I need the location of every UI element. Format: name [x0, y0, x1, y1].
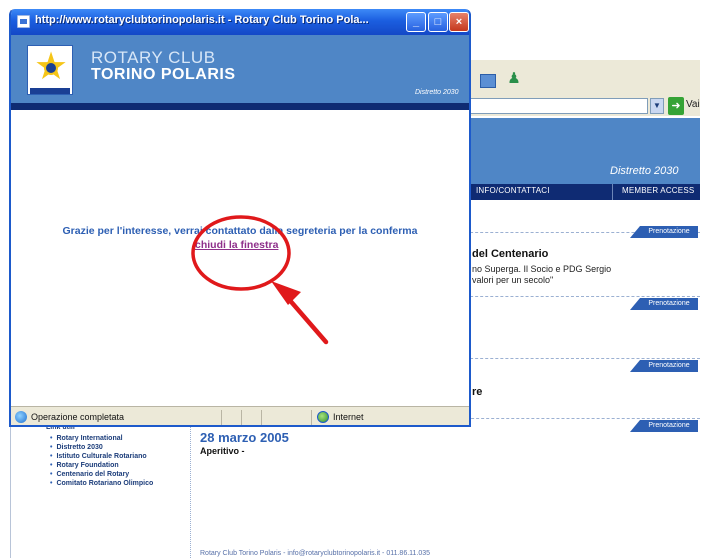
sidebar-link-rotary-international[interactable]: Rotary International: [50, 434, 153, 443]
background-distretto-label: Distretto 2030: [610, 165, 679, 177]
logo-caption-bar: [30, 88, 70, 94]
messenger-icon[interactable]: ♟: [505, 70, 523, 88]
status-separator: [221, 410, 222, 425]
banner-distretto: Distretto 2030: [415, 89, 459, 96]
status-separator: [261, 410, 262, 425]
news-divider: [460, 296, 700, 297]
sidebar-link-comitato-olimpico[interactable]: Comitato Rotariano Olimpico: [50, 479, 153, 488]
address-dropdown-icon[interactable]: ▼: [650, 98, 664, 114]
mail-icon[interactable]: [480, 74, 496, 88]
status-separator: [241, 410, 242, 425]
maximize-button[interactable]: □: [428, 12, 448, 32]
address-input[interactable]: [462, 98, 648, 114]
close-button[interactable]: ×: [449, 12, 469, 32]
go-arrow-icon[interactable]: ➜: [668, 97, 684, 115]
status-text: Operazione completata: [31, 412, 125, 422]
screenshot-stage: ♟ ▼ ➜ Vai Distretto 2030 INFO/CONTATTACI…: [0, 0, 707, 558]
nav-item-member-access[interactable]: MEMBER ACCESS: [622, 186, 694, 195]
security-zone-text: Internet: [333, 412, 364, 422]
news-title[interactable]: del Centenario: [472, 248, 548, 260]
minimize-button[interactable]: _: [406, 12, 426, 32]
nav-item-info-contattaci[interactable]: INFO/CONTATTACI: [476, 186, 550, 195]
confirmation-message: Grazie per l'interesse, verrai contattat…: [62, 225, 418, 237]
close-window-link[interactable]: chiudi la finestra: [195, 239, 278, 251]
event-title: Aperitivo -: [200, 446, 245, 456]
rotary-wheel-icon: [44, 61, 58, 75]
rotary-logo: ★: [27, 45, 73, 95]
background-toolbar: [460, 60, 700, 96]
sidebar-link-istituto-culturale[interactable]: Istituto Culturale Rotariano: [50, 452, 153, 461]
popup-statusbar: Operazione completata Internet: [11, 406, 469, 425]
rotary-banner: ★ ROTARY CLUB TORINO POLARIS Distretto 2…: [11, 35, 469, 103]
prenotazione-badge[interactable]: Prenotazione: [630, 298, 698, 310]
page-done-icon: [15, 411, 27, 423]
sidebar-link-centenario[interactable]: Centenario del Rotary: [50, 470, 153, 479]
nav-separator: [612, 184, 613, 200]
banner-stripe: [11, 103, 469, 110]
status-separator: [311, 410, 312, 425]
popup-titlebar[interactable]: http://www.rotaryclubtorinopolaris.it - …: [11, 9, 469, 35]
sidebar-link-list: Rotary International Distretto 2030 Isti…: [50, 434, 153, 488]
ie-page-icon: [17, 15, 30, 28]
popup-window: http://www.rotaryclubtorinopolaris.it - …: [9, 9, 471, 427]
sidebar-link-distretto[interactable]: Distretto 2030: [50, 443, 153, 452]
page-footer: Rotary Club Torino Polaris - info@rotary…: [200, 550, 431, 557]
sidebar-link-rotary-foundation[interactable]: Rotary Foundation: [50, 461, 153, 470]
prenotazione-badge[interactable]: Prenotazione: [630, 420, 698, 432]
go-button-label[interactable]: Vai: [686, 99, 700, 110]
news-divider: [460, 358, 700, 359]
banner-torino-polaris: TORINO POLARIS: [91, 66, 236, 83]
popup-title: http://www.rotaryclubtorinopolaris.it - …: [35, 14, 369, 26]
news-body-line: no Superga. Il Socio e PDG Sergio: [472, 264, 612, 274]
prenotazione-badge[interactable]: Prenotazione: [630, 226, 698, 238]
event-date[interactable]: 28 marzo 2005: [200, 430, 289, 445]
prenotazione-badge[interactable]: Prenotazione: [630, 360, 698, 372]
news-title-fragment[interactable]: re: [472, 386, 482, 398]
internet-zone-icon: [317, 411, 329, 423]
banner-rotary-club: ROTARY CLUB: [91, 48, 216, 67]
news-body-line: valori per un secolo": [472, 275, 554, 285]
